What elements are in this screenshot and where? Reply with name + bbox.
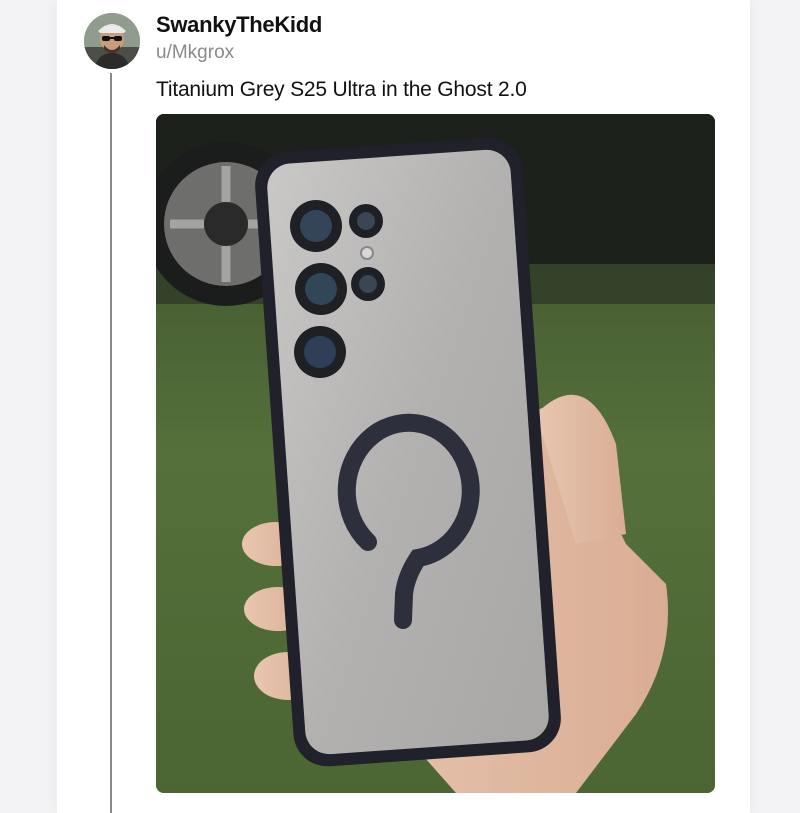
- thread-line: [110, 73, 112, 813]
- avatar[interactable]: [84, 13, 140, 69]
- page: SwankyTheKidd u/Mkgrox Titanium Grey S25…: [0, 0, 800, 813]
- avatar-image: [84, 13, 140, 69]
- username[interactable]: u/Mkgrox: [156, 42, 234, 64]
- display-name[interactable]: SwankyTheKidd: [156, 12, 322, 38]
- post-text: Titanium Grey S25 Ultra in the Ghost 2.0: [156, 78, 527, 101]
- post-image[interactable]: [156, 114, 715, 793]
- phone-photo: [156, 114, 715, 793]
